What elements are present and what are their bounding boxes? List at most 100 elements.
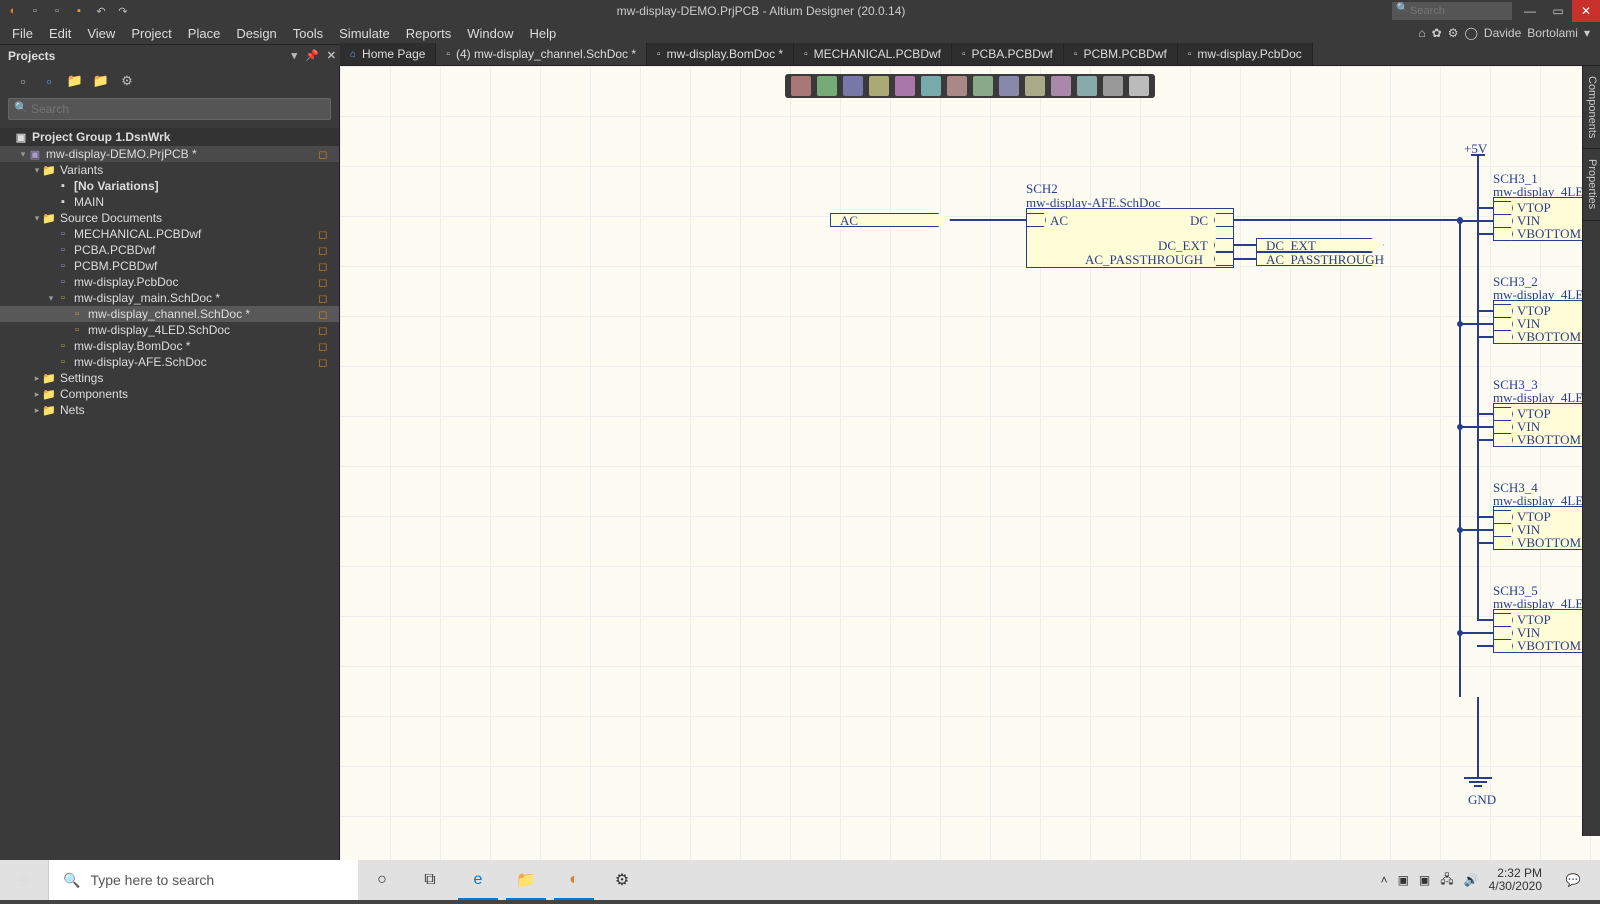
user-menu-caret[interactable]: ▾	[1584, 26, 1590, 40]
altium-icon[interactable]: ◐	[550, 860, 598, 900]
active-tool-5[interactable]	[921, 76, 941, 96]
tree-row[interactable]: ▫PCBA.PCBDwf◻	[0, 242, 339, 258]
menu-simulate[interactable]: Simulate	[331, 24, 398, 43]
tray-network-icon[interactable]: 🖧	[1440, 870, 1453, 891]
doc-tab[interactable]: ▫(4) mw-display_channel.SchDoc *	[436, 43, 647, 65]
tree-row[interactable]: ▾📁Variants	[0, 162, 339, 178]
active-tool-2[interactable]	[843, 76, 863, 96]
active-tool-12[interactable]	[1103, 76, 1123, 96]
settings-app-icon[interactable]: ⚙	[598, 860, 646, 900]
tree-row[interactable]: ▾📁Source Documents	[0, 210, 339, 226]
tree-caret[interactable]: ▸	[32, 373, 42, 384]
sb-folder-icon[interactable]: 📁	[66, 72, 84, 90]
tree-row[interactable]: ▫mw-display.PcbDoc◻	[0, 274, 339, 290]
active-tool-9[interactable]	[1025, 76, 1045, 96]
projects-tree[interactable]: ▣Project Group 1.DsnWrk▾▣mw-display-DEMO…	[0, 122, 339, 860]
taskbar-clock[interactable]: 2:32 PM 4/30/2020	[1489, 867, 1542, 893]
tree-row[interactable]: ▾▫mw-display_main.SchDoc *◻	[0, 290, 339, 306]
cloud-icon[interactable]: ⌂	[1418, 26, 1425, 40]
menu-place[interactable]: Place	[180, 24, 229, 43]
share-icon[interactable]: ✿	[1432, 26, 1442, 40]
active-tool-7[interactable]	[973, 76, 993, 96]
menu-help[interactable]: Help	[522, 24, 565, 43]
start-button[interactable]: ⊞	[0, 860, 48, 900]
menu-tools[interactable]: Tools	[285, 24, 331, 43]
tray-onedrive-icon[interactable]: ▣	[1398, 873, 1409, 887]
tree-row[interactable]: ▸📁Settings	[0, 370, 339, 386]
tree-row[interactable]: ▫mw-display-AFE.SchDoc◻	[0, 354, 339, 370]
tray-dropbox-icon[interactable]: ▣	[1419, 873, 1430, 887]
active-tool-10[interactable]	[1051, 76, 1071, 96]
new-icon[interactable]: ▫	[28, 4, 42, 18]
sb-settings-icon[interactable]: ⚙	[118, 72, 136, 90]
taskview-icon[interactable]: ⧉	[406, 860, 454, 900]
tree-row[interactable]: ▪[No Variations]	[0, 178, 339, 194]
tree-caret[interactable]: ▸	[32, 389, 42, 400]
tree-row[interactable]: ▫MECHANICAL.PCBDwf◻	[0, 226, 339, 242]
tree-row[interactable]: ▣Project Group 1.DsnWrk	[0, 128, 339, 146]
tree-caret[interactable]: ▾	[18, 149, 28, 160]
tree-caret[interactable]: ▾	[32, 213, 42, 224]
cortana-icon[interactable]: ○	[358, 860, 406, 900]
active-tool-1[interactable]	[817, 76, 837, 96]
doc-tab[interactable]: ▫PCBM.PCBDwf	[1064, 43, 1178, 65]
schematic-canvas[interactable]: +5V AC SCH2 mw-display-AFE.SchDoc AC DC …	[340, 66, 1600, 860]
user-avatar[interactable]: ◯	[1464, 26, 1477, 40]
tree-row[interactable]: ▫mw-display_channel.SchDoc *◻	[0, 306, 339, 322]
tree-row[interactable]: ▪MAIN	[0, 194, 339, 210]
edge-icon[interactable]: e	[454, 860, 502, 900]
sb-compile-icon[interactable]: ▫	[40, 72, 58, 90]
active-tool-6[interactable]	[947, 76, 967, 96]
tree-caret[interactable]: ▾	[32, 165, 42, 176]
projects-search[interactable]	[8, 98, 331, 120]
system-tray[interactable]: ˄ ▣ ▣ 🖧 🔊 2:32 PM 4/30/2020 💬	[1381, 860, 1600, 900]
doc-tab[interactable]: ⌂Home Page	[340, 43, 436, 65]
tray-chevron-icon[interactable]: ˄	[1381, 873, 1388, 887]
tree-row[interactable]: ▫mw-display.BomDoc *◻	[0, 338, 339, 354]
tree-row[interactable]: ▾▣mw-display-DEMO.PrjPCB *◻	[0, 146, 339, 162]
panel-close-icon[interactable]: ✕	[323, 49, 340, 62]
menu-view[interactable]: View	[79, 24, 123, 43]
tree-row[interactable]: ▫mw-display_4LED.SchDoc◻	[0, 322, 339, 338]
panel-pin-icon[interactable]: 📌	[301, 49, 323, 62]
side-panel-properties[interactable]: Properties	[1583, 149, 1600, 220]
open-icon[interactable]: ▫	[50, 4, 64, 18]
explorer-icon[interactable]: 📁	[502, 860, 550, 900]
tray-volume-icon[interactable]: 🔊	[1464, 873, 1479, 887]
undo-icon[interactable]: ↶	[94, 4, 108, 18]
active-tool-3[interactable]	[869, 76, 889, 96]
doc-tab[interactable]: ▫mw-display.BomDoc *	[647, 43, 794, 65]
tree-row[interactable]: ▸📁Nets	[0, 402, 339, 418]
sb-folder2-icon[interactable]: 📁	[92, 72, 110, 90]
menu-reports[interactable]: Reports	[398, 24, 460, 43]
window-close[interactable]: ✕	[1572, 0, 1600, 22]
projects-search-input[interactable]	[8, 98, 331, 120]
menu-design[interactable]: Design	[228, 24, 284, 43]
menu-window[interactable]: Window	[459, 24, 521, 43]
doc-tab[interactable]: ▫PCBA.PCBDwf	[952, 43, 1064, 65]
active-tool-4[interactable]	[895, 76, 915, 96]
tree-row[interactable]: ▫PCBM.PCBDwf◻	[0, 258, 339, 274]
window-minimize[interactable]: —	[1516, 0, 1544, 22]
app-search-input[interactable]	[1392, 2, 1512, 20]
active-tool-8[interactable]	[999, 76, 1019, 96]
app-search[interactable]	[1392, 2, 1512, 20]
doc-tab[interactable]: ▫MECHANICAL.PCBDwf	[794, 43, 952, 65]
tree-caret[interactable]: ▾	[46, 293, 56, 304]
notifications-icon[interactable]: 💬	[1552, 860, 1594, 900]
active-tool-13[interactable]	[1129, 76, 1149, 96]
tree-row[interactable]: ▸📁Components	[0, 386, 339, 402]
panel-dropdown[interactable]: ▾	[288, 49, 302, 62]
active-tool-11[interactable]	[1077, 76, 1097, 96]
menu-file[interactable]: File	[4, 24, 41, 43]
doc-tab[interactable]: ▫mw-display.PcbDoc	[1178, 43, 1313, 65]
window-maximize[interactable]: ▭	[1544, 0, 1572, 22]
taskbar-search[interactable]: 🔍 Type here to search	[48, 860, 358, 900]
sb-new-icon[interactable]: ▫	[14, 72, 32, 90]
tree-caret[interactable]: ▸	[32, 405, 42, 416]
redo-icon[interactable]: ↷	[116, 4, 130, 18]
save-icon[interactable]: ▪	[72, 4, 86, 18]
menu-edit[interactable]: Edit	[41, 24, 79, 43]
menu-project[interactable]: Project	[123, 24, 179, 43]
active-tool-0[interactable]	[791, 76, 811, 96]
